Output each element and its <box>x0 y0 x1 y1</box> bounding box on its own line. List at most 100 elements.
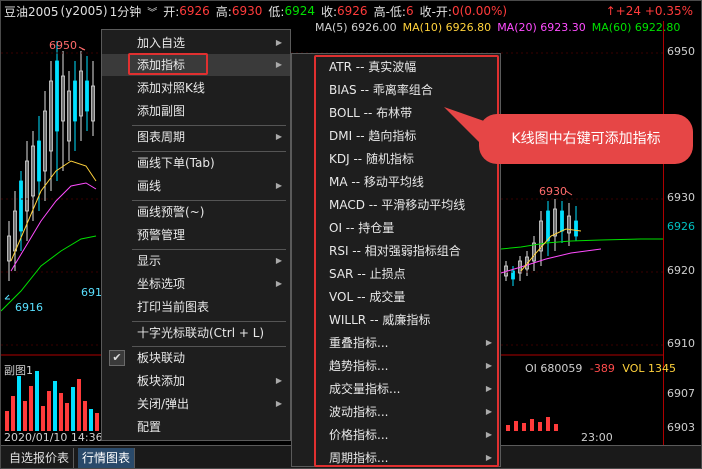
volume-bar <box>29 386 33 431</box>
menu-item-config[interactable]: 配置 <box>102 416 290 438</box>
submenu-arrow-icon: ▶ <box>275 399 282 408</box>
low-label-left: 6916 <box>15 301 43 314</box>
submenu-arrow-icon: ▶ <box>275 256 282 265</box>
change-value: ↑+24 +0.35% <box>605 4 693 18</box>
oi-change-value: -389 <box>589 362 615 375</box>
volume-bar <box>59 393 63 431</box>
context-menu: 加入自选 ▶ 添加指标 ▶ 添加对照K线 添加副图 图表周期 ▶ 画线下单(Tab) … <box>101 29 291 441</box>
checkmark-icon: ✔ <box>109 350 125 366</box>
submenu-arrow-icon: ▶ <box>275 60 282 69</box>
vol-value: VOL 1345 <box>622 362 676 375</box>
volume-bar <box>65 403 69 431</box>
menu-item-label: 图表周期 <box>137 130 186 144</box>
tick-6907: 6907 <box>667 387 695 400</box>
volume-bar <box>35 371 39 431</box>
menu-item-label: 画线预警(~) <box>137 205 205 219</box>
tick-6920: 6920 <box>667 264 695 277</box>
volume-bar <box>41 406 45 431</box>
oi-value: OI 680059 <box>525 362 583 375</box>
volume-bar <box>71 387 75 431</box>
tab-chart[interactable]: 行情图表 <box>78 448 136 468</box>
peak-arrow-left <box>78 46 86 51</box>
menu-item-label: 打印当前图表 <box>137 300 210 314</box>
menu-item-label: 画线下单(Tab) <box>137 156 215 170</box>
submenu-arrow-icon: ▶ <box>275 376 282 385</box>
menu-item-display[interactable]: 显示 ▶ <box>102 250 290 272</box>
high-value: 6930 <box>231 4 263 18</box>
ma-line-green-right <box>500 238 663 250</box>
menu-item-line-alert[interactable]: 画线预警(~) <box>102 201 290 223</box>
volume-bar <box>538 422 542 431</box>
menu-item-close-popout[interactable]: 关闭/弹出 ▶ <box>102 393 290 415</box>
peak-label-left: 6950 <box>49 39 77 52</box>
open-label: 开: <box>163 4 180 19</box>
menu-item-add-subchart[interactable]: 添加副图 <box>102 100 290 122</box>
candle-body <box>55 60 59 132</box>
menu-item-axis-options[interactable]: 坐标选项 ▶ <box>102 273 290 295</box>
range-value: 6 <box>405 4 414 18</box>
candle-body <box>574 220 578 237</box>
menu-item-alert-manager[interactable]: 预警管理 <box>102 224 290 246</box>
crosshair-date: 2020/01/10 14:36 <box>4 431 103 444</box>
candle-body <box>85 80 89 112</box>
menu-item-label: 画线 <box>137 179 162 193</box>
volume-bar <box>83 401 87 431</box>
candle-body <box>19 180 23 232</box>
low-label: 低: <box>268 4 285 19</box>
menu-item-sector-add[interactable]: 板块添加 ▶ <box>102 370 290 392</box>
submenu-arrow-icon: ▶ <box>275 132 282 141</box>
candle-body <box>73 80 77 122</box>
submenu-arrow-icon: ▶ <box>275 38 282 47</box>
menu-item-label: 配置 <box>137 420 162 434</box>
range-label: 高-低: <box>373 4 406 19</box>
high-label: 高: <box>215 4 232 19</box>
menu-item-add-watchlist[interactable]: 加入自选 ▶ <box>102 32 290 54</box>
highlight-add-indicator <box>128 53 208 75</box>
menu-item-label: 添加对照K线 <box>137 81 205 95</box>
quote-header: 豆油2005 (y2005) 1分钟 ︾ 开: 6926 高: 6930 低: … <box>1 1 701 21</box>
tick-6926: 6926 <box>667 220 695 233</box>
period-selector[interactable]: 1分钟 <box>110 3 142 20</box>
volume-bar <box>530 419 534 431</box>
menu-item-label: 关闭/弹出 <box>137 397 190 411</box>
menu-item-label: 板块添加 <box>137 374 186 388</box>
menu-item-add-compare-kline[interactable]: 添加对照K线 <box>102 77 290 99</box>
menu-item-label: 板块联动 <box>137 351 186 365</box>
volume-bar <box>11 396 15 431</box>
body-value: 0(0.00%) <box>451 4 508 18</box>
symbol-name[interactable]: 豆油2005 <box>4 3 59 20</box>
tick-6930: 6930 <box>667 191 695 204</box>
chart-window: 豆油2005 (y2005) 1分钟 ︾ 开: 6926 高: 6930 低: … <box>0 0 702 469</box>
volume-bar <box>47 391 51 431</box>
tick-6903: 6903 <box>667 421 695 434</box>
ma-line-yellow-right <box>520 228 582 272</box>
volume-bar <box>17 376 21 431</box>
menu-item-draw-line[interactable]: 画线 ▶ <box>102 175 290 197</box>
volume-info: OI 680059 -389 VOL 1345 <box>525 362 676 375</box>
contract-code: (y2005) <box>60 4 108 18</box>
menu-item-chart-period[interactable]: 图表周期 ▶ <box>102 126 290 148</box>
subchart-title: 副图1 <box>4 364 33 377</box>
body-label: 收-开: <box>419 4 452 19</box>
candle-body <box>546 210 550 242</box>
menu-item-label: 预警管理 <box>137 228 186 242</box>
volume-bar <box>506 425 510 431</box>
menu-item-sector-link[interactable]: ✔ 板块联动 <box>102 347 290 369</box>
tab-watchlist[interactable]: 自选报价表 <box>5 448 75 468</box>
candle-body <box>37 140 41 182</box>
ma-line-yellow <box>10 160 97 262</box>
candles-left <box>7 41 95 281</box>
menu-item-label: 坐标选项 <box>137 277 186 291</box>
menu-item-print-chart[interactable]: 打印当前图表 <box>102 296 290 318</box>
volume-bar <box>77 379 81 431</box>
chevron-double-down-icon[interactable]: ︾ <box>147 4 157 19</box>
menu-item-crosshair-link[interactable]: 十字光标联动(Ctrl + L) <box>102 322 290 344</box>
price-axis[interactable]: 6950 6930 6926 6920 6910 6907 6903 <box>663 21 701 451</box>
volume-bar <box>53 381 57 431</box>
tick-6910: 6910 <box>667 337 695 350</box>
volume-bar <box>23 401 27 431</box>
submenu-arrow-icon: ▶ <box>275 181 282 190</box>
volume-bar <box>89 409 93 431</box>
volume-bar <box>5 411 9 431</box>
menu-item-draw-order[interactable]: 画线下单(Tab) <box>102 152 290 174</box>
